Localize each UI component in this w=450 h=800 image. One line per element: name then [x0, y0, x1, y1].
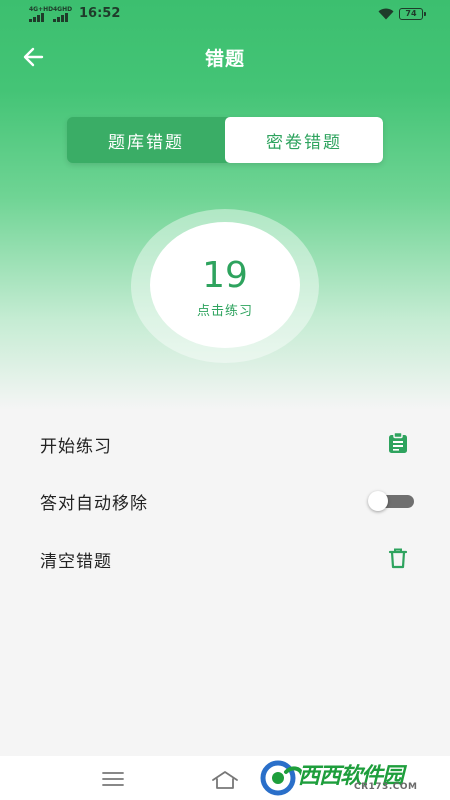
battery-level: 74: [405, 9, 417, 18]
home-icon[interactable]: [210, 768, 240, 790]
status-time: 16:52: [79, 6, 121, 21]
list-item-start-practice[interactable]: 开始练习: [0, 415, 450, 471]
practice-circle-button[interactable]: 19 点击练习: [150, 222, 300, 348]
site-watermark: 西西软件园 CR173.COM: [258, 758, 436, 798]
battery-icon: 74: [399, 8, 426, 20]
tab-question-bank-errors[interactable]: 题库错题: [67, 117, 225, 163]
tab-switcher: 题库错题 密卷错题: [67, 117, 383, 163]
tab-secret-paper-errors[interactable]: 密卷错题: [225, 117, 383, 163]
status-bar: 4G+HD 4GHD 16:52 74: [0, 0, 450, 30]
start-practice-label: 开始练习: [40, 437, 112, 457]
auto-remove-toggle[interactable]: [368, 491, 414, 511]
list-item-clear-errors[interactable]: 清空错题: [0, 530, 450, 586]
trash-icon: [388, 548, 408, 569]
auto-remove-label: 答对自动移除: [40, 494, 148, 514]
wrong-question-count: 19: [202, 255, 248, 296]
click-to-practice-label: 点击练习: [196, 304, 253, 319]
clipboard-icon: [389, 431, 407, 453]
hamburger-icon[interactable]: [100, 770, 126, 788]
wifi-icon: [378, 8, 394, 20]
toggle-knob: [368, 491, 388, 511]
signal-icon-2: 4GHD: [53, 7, 75, 22]
clear-errors-label: 清空错题: [40, 552, 112, 572]
watermark-url: CR173.COM: [354, 782, 418, 792]
page-title: 错题: [204, 48, 245, 70]
signal-icon: 4G+HD: [29, 7, 53, 22]
list-item-auto-remove: 答对自动移除: [0, 472, 450, 528]
